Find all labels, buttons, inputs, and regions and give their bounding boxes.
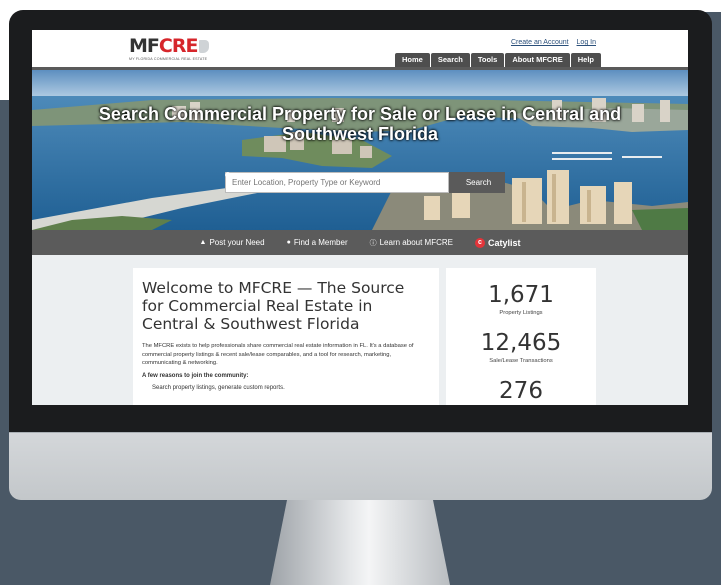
person-icon: ● xyxy=(286,239,291,246)
welcome-title: Welcome to MFCRE — The Source for Commer… xyxy=(142,279,405,333)
site-header: MFCRE MY FLORIDA COMMERCIAL REAL ESTATE … xyxy=(32,30,688,67)
learn-about-link[interactable]: ⓘ Learn about MFCRE xyxy=(370,238,453,248)
stat-value: 276 xyxy=(499,378,543,404)
monitor-chin xyxy=(9,432,712,500)
welcome-body: The MFCRE exists to help professionals s… xyxy=(142,343,414,366)
nav-home[interactable]: Home xyxy=(395,53,430,67)
catylist-label: Catylist xyxy=(487,237,521,248)
logo-text-mf: MF xyxy=(129,35,160,57)
nav-search[interactable]: Search xyxy=(430,53,470,67)
hero-banner: Search Commercial Property for Sale or L… xyxy=(32,70,688,230)
stat-value: 12,465 xyxy=(480,330,562,356)
find-member-label: Find a Member xyxy=(293,238,348,247)
pin-icon: ▲ xyxy=(199,239,207,246)
action-bar: ▲ Post your Need ● Find a Member ⓘ Learn… xyxy=(32,230,688,255)
learn-about-label: Learn about MFCRE xyxy=(379,238,453,247)
search-input[interactable] xyxy=(225,172,449,193)
find-member-link[interactable]: ● Find a Member xyxy=(287,238,348,247)
search-button[interactable]: Search xyxy=(225,172,505,193)
stat-property-listings: 1,671 Property Listings xyxy=(446,282,596,316)
monitor-screen: MFCRE MY FLORIDA COMMERCIAL REAL ESTATE … xyxy=(32,30,688,405)
info-icon: ⓘ xyxy=(369,239,377,247)
stat-label: Sale/Lease Transactions xyxy=(489,358,553,364)
stats-card: 1,671 Property Listings 12,465 Sale/Leas… xyxy=(446,268,596,405)
post-need-label: Post your Need xyxy=(209,238,265,247)
post-need-link[interactable]: ▲ Post your Need xyxy=(200,238,265,247)
hero-aerial-photo xyxy=(32,70,688,230)
create-account-link[interactable]: Create an Account xyxy=(511,39,569,46)
florida-map-icon xyxy=(199,40,210,53)
reasons-heading: A few reasons to join the community: xyxy=(142,372,249,379)
nav-tools[interactable]: Tools xyxy=(470,53,505,67)
logo-tagline: MY FLORIDA COMMERCIAL REAL ESTATE xyxy=(129,57,208,61)
catylist-logo-icon: c xyxy=(474,237,485,248)
monitor-stand xyxy=(270,495,450,585)
stat-third: 276 xyxy=(446,378,596,404)
catylist-link[interactable]: c Catylist xyxy=(474,237,521,248)
logo-text-cre: CRE xyxy=(158,35,199,57)
welcome-card: Welcome to MFCRE — The Source for Commer… xyxy=(133,268,439,405)
stat-transactions: 12,465 Sale/Lease Transactions xyxy=(446,330,596,364)
login-link[interactable]: Log In xyxy=(577,39,596,46)
main-nav: Home Search Tools About MFCRE Help xyxy=(394,53,601,67)
auth-links: Create an Account Log In xyxy=(505,39,596,46)
site-logo[interactable]: MFCRE MY FLORIDA COMMERCIAL REAL ESTATE xyxy=(129,35,210,61)
stat-label: Property Listings xyxy=(499,310,543,316)
reason-item: Search property listings, generate custo… xyxy=(152,384,285,391)
hero-search: Search xyxy=(225,172,505,193)
nav-about[interactable]: About MFCRE xyxy=(505,53,570,67)
nav-help[interactable]: Help xyxy=(570,53,601,67)
search-button-label: Search xyxy=(465,178,492,187)
hero-headline: Search Commercial Property for Sale or L… xyxy=(98,104,622,144)
stat-value: 1,671 xyxy=(488,282,554,308)
